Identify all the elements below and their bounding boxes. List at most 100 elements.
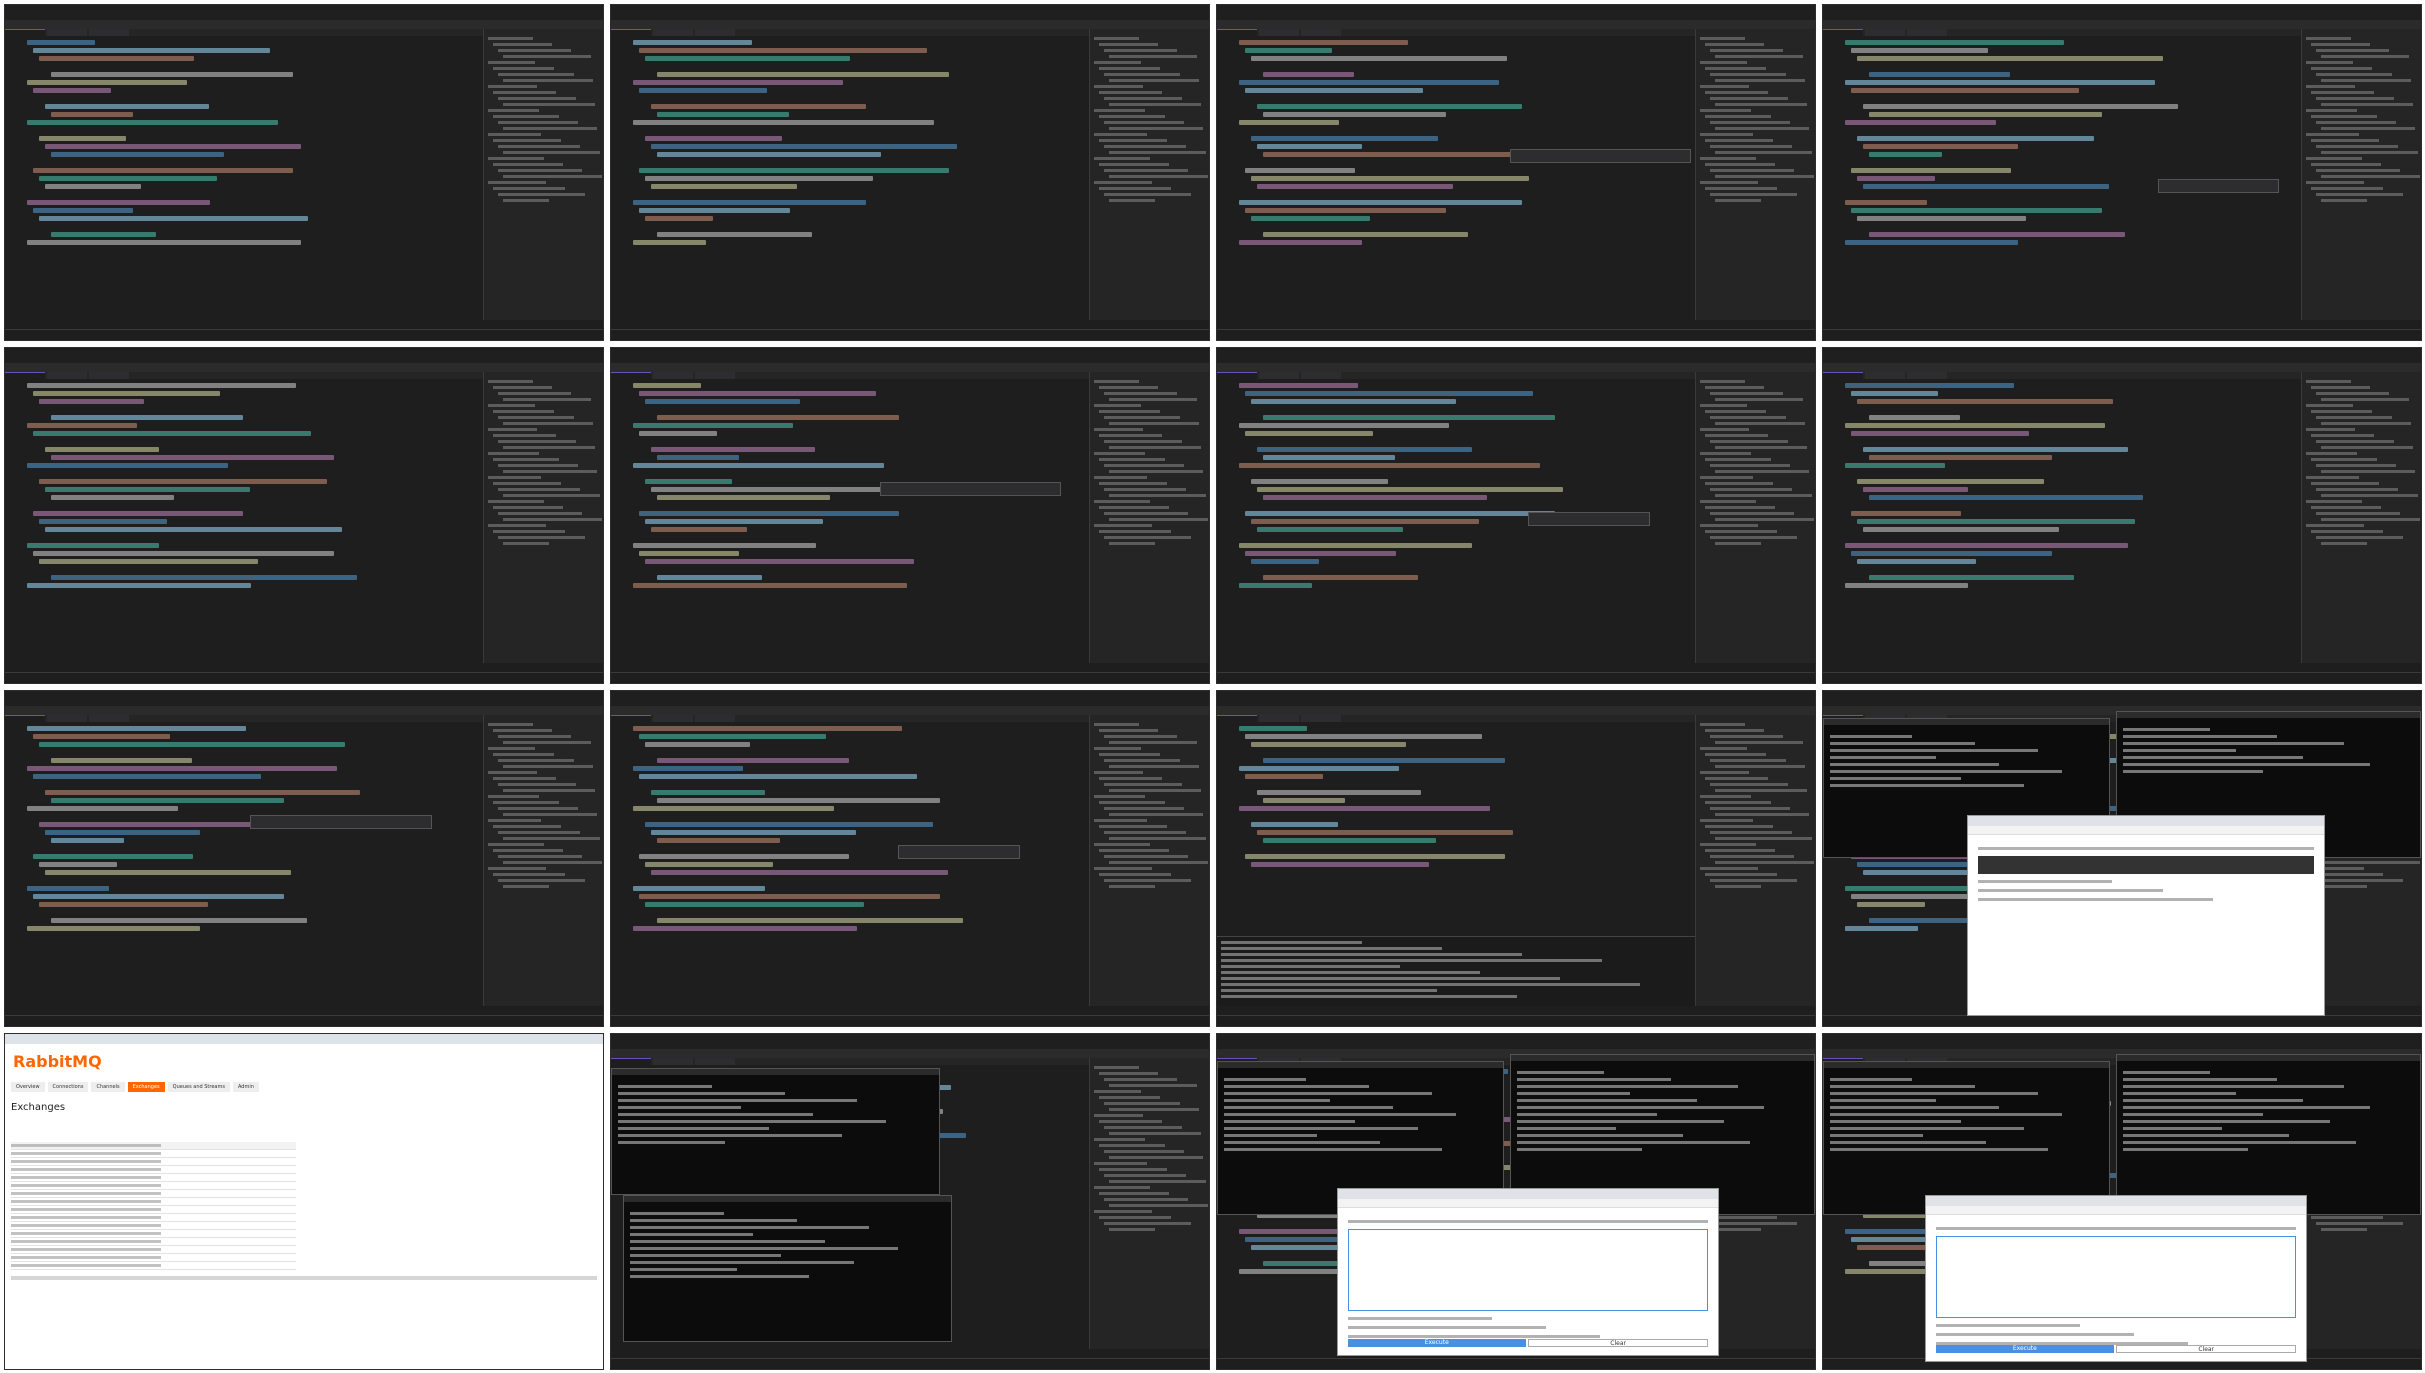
solution-tree-item[interactable] [1700,524,1758,527]
solution-tree-item[interactable] [498,488,581,491]
solution-tree-item[interactable] [2306,85,2356,88]
solution-tree-item[interactable] [2316,392,2390,395]
solution-tree-item[interactable] [1104,879,1191,882]
solution-explorer[interactable] [2301,29,2421,320]
solution-tree-item[interactable] [503,398,591,401]
solution-tree-item[interactable] [2311,482,2379,485]
solution-tree-item[interactable] [498,512,583,515]
solution-tree-item[interactable] [1715,151,1812,154]
solution-tree-item[interactable] [1104,1150,1185,1153]
solution-tree-item[interactable] [1109,765,1199,768]
solution-tree-item[interactable] [1109,1228,1155,1231]
solution-tree-item[interactable] [1710,73,1786,76]
solution-tree-item[interactable] [488,380,533,383]
solution-tree-item[interactable] [498,193,585,196]
table-row[interactable] [11,1246,296,1254]
solution-tree-item[interactable] [498,807,579,810]
solution-tree-item[interactable] [488,133,542,136]
solution-tree-item[interactable] [498,879,585,882]
solution-tree-item[interactable] [1710,807,1791,810]
solution-tree-item[interactable] [1094,428,1144,431]
solution-explorer[interactable] [483,715,603,1006]
solution-tree-item[interactable] [1094,1138,1146,1141]
solution-tree-item[interactable] [488,795,540,798]
solution-tree-item[interactable] [1104,807,1185,810]
solution-tree-item[interactable] [488,771,538,774]
solution-tree-item[interactable] [503,199,549,202]
solution-tree-item[interactable] [1099,1120,1163,1123]
solution-tree-item[interactable] [1700,61,1747,64]
editor-tab[interactable] [1301,715,1341,722]
solution-tree-item[interactable] [503,175,602,178]
solution-tree-item[interactable] [488,723,533,726]
table-row[interactable] [11,1262,296,1270]
code-editor[interactable] [5,722,484,1006]
editor-tab[interactable] [695,372,735,379]
solution-tree-item[interactable] [1099,187,1172,190]
solution-tree-item[interactable] [1705,530,1778,533]
solution-tree-item[interactable] [1705,67,1767,70]
solution-tree-item[interactable] [1099,139,1167,142]
solution-tree-item[interactable] [1700,380,1745,383]
solution-tree-item[interactable] [1705,434,1769,437]
solution-tree-item[interactable] [1109,151,1206,154]
solution-tree-item[interactable] [488,85,538,88]
solution-tree-item[interactable] [1104,464,1185,467]
solution-explorer[interactable] [1695,372,1815,663]
editor-tab[interactable] [695,715,735,722]
solution-tree-item[interactable] [503,542,549,545]
solution-tree-item[interactable] [1715,542,1761,545]
solution-tree-item[interactable] [1109,542,1155,545]
solution-tree-item[interactable] [1094,723,1139,726]
solution-tree-item[interactable] [498,73,574,76]
solution-tree-item[interactable] [2311,115,2377,118]
solution-tree-item[interactable] [1099,801,1165,804]
solution-tree-item[interactable] [1705,849,1776,852]
solution-tree-item[interactable] [2321,446,2414,449]
solution-tree-item[interactable] [1109,103,1202,106]
solution-tree-item[interactable] [1710,512,1795,515]
editor-tab[interactable] [1301,29,1341,36]
editor-tab[interactable] [653,1058,693,1065]
solution-tree-item[interactable] [1109,446,1202,449]
solution-tree-item[interactable] [1715,813,1810,816]
solution-tree-item[interactable] [1705,801,1771,804]
solution-tree-item[interactable] [2311,163,2382,166]
solution-tree-item[interactable] [1700,133,1754,136]
solution-tree-item[interactable] [1099,777,1163,780]
code-editor[interactable] [611,722,1090,1006]
solution-tree-item[interactable] [2316,49,2390,52]
solution-tree-item[interactable] [488,500,544,503]
solution-tree-item[interactable] [2321,79,2411,82]
code-editor[interactable] [5,36,484,320]
solution-tree-item[interactable] [1099,163,1170,166]
solution-tree-item[interactable] [2321,470,2416,473]
solution-tree-item[interactable] [493,410,555,413]
solution-tree-item[interactable] [2321,1228,2367,1231]
solution-tree-item[interactable] [1715,885,1761,888]
solution-tree-item[interactable] [1109,813,1204,816]
solution-tree-item[interactable] [503,422,593,425]
solution-tree-item[interactable] [488,524,546,527]
request-body-editor[interactable] [1347,1229,1709,1312]
solution-tree-item[interactable] [2306,452,2358,455]
solution-tree-item[interactable] [2316,97,2394,100]
execute-button[interactable]: Execute [1347,1338,1526,1347]
solution-tree-item[interactable] [1715,494,1812,497]
solution-tree-item[interactable] [1715,765,1805,768]
solution-explorer[interactable] [1089,29,1209,320]
browser-tab-bar[interactable] [1967,815,2325,826]
solution-tree-item[interactable] [1104,1126,1182,1129]
vs-menu-bar[interactable] [1823,13,2421,20]
solution-tree-item[interactable] [1104,1198,1189,1201]
solution-tree-item[interactable] [493,434,557,437]
solution-tree-item[interactable] [2316,193,2403,196]
solution-tree-item[interactable] [1104,169,1189,172]
solution-tree-item[interactable] [503,55,591,58]
solution-tree-item[interactable] [488,181,546,184]
solution-tree-item[interactable] [1700,428,1750,431]
solution-tree-item[interactable] [1104,416,1180,419]
vs-menu-bar[interactable] [1217,1042,1815,1049]
solution-tree-item[interactable] [498,440,576,443]
nav-tab-admin[interactable]: Admin [232,1082,259,1092]
